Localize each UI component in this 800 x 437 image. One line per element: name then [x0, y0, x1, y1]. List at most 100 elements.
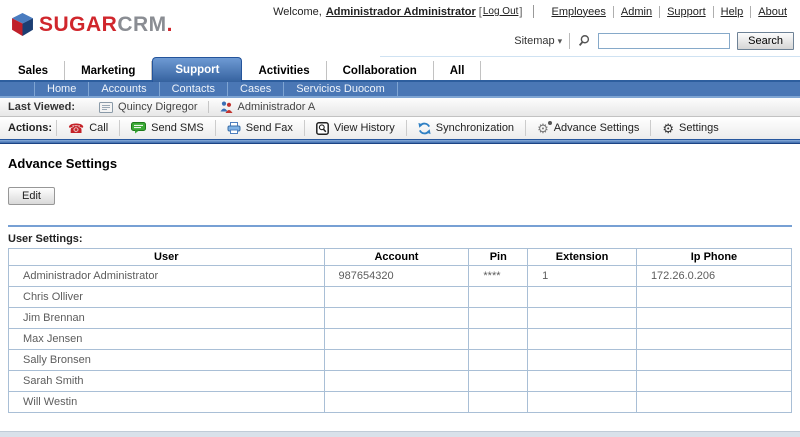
cell-pin [469, 392, 528, 413]
action-label: Synchronization [436, 122, 514, 134]
welcome-bar: Welcome, Administrador Administrator [ L… [273, 5, 794, 18]
settings-gear-icon: ⚙ [662, 122, 674, 135]
top-link-support[interactable]: Support [659, 6, 713, 18]
cell-ip-phone [636, 392, 791, 413]
section-divider [8, 225, 792, 227]
cell-user: Sarah Smith [9, 371, 325, 392]
table-row: Max Jensen [9, 329, 792, 350]
logo-text: SUGARCRM. [39, 14, 173, 35]
bracket: ] [519, 6, 522, 18]
tab-collaboration[interactable]: Collaboration [327, 61, 434, 80]
sitemap-dropdown[interactable]: Sitemap ▾ [514, 35, 562, 47]
cell-pin [469, 308, 528, 329]
action-synchronization[interactable]: Synchronization [406, 120, 525, 136]
search-bar: Sitemap ▾ Search [273, 32, 794, 50]
tab-all[interactable]: All [434, 61, 482, 80]
tab-activities[interactable]: Activities [242, 61, 326, 80]
cell-user: Chris Olliver [9, 287, 325, 308]
table-row: Will Westin [9, 392, 792, 413]
last-viewed-item[interactable]: Administrador A [208, 101, 326, 113]
action-label: Settings [679, 122, 719, 134]
action-advance-settings[interactable]: ⚙ Advance Settings [525, 120, 650, 136]
phone-icon: ☎ [68, 122, 84, 135]
cube-logo-icon [12, 13, 33, 36]
table-row: Sarah Smith [9, 371, 792, 392]
action-label: Advance Settings [554, 122, 640, 134]
tab-marketing[interactable]: Marketing [65, 61, 152, 80]
subnav-item-home[interactable]: Home [34, 82, 89, 96]
search-input[interactable] [598, 33, 730, 49]
cell-account [324, 287, 469, 308]
header-right: Welcome, Administrador Administrator [ L… [273, 5, 794, 50]
subnav-item-contacts[interactable]: Contacts [160, 82, 228, 96]
cell-pin: **** [469, 266, 528, 287]
action-label: Send Fax [246, 122, 293, 134]
action-settings[interactable]: ⚙ Settings [650, 120, 729, 136]
actions-label: Actions: [8, 122, 52, 134]
last-viewed-bar: Last Viewed: Quincy Digregor Administrad… [0, 98, 800, 117]
column-header-extension: Extension [528, 249, 637, 266]
cell-account: 987654320 [324, 266, 469, 287]
user-settings-table: User Account Pin Extension Ip Phone Admi… [8, 248, 792, 413]
search-button[interactable]: Search [737, 32, 794, 50]
action-send-fax[interactable]: Send Fax [215, 120, 304, 136]
logout-link[interactable]: Log Out [483, 6, 519, 17]
tab-support[interactable]: Support [152, 57, 242, 82]
chevron-down-icon: ▾ [558, 37, 563, 46]
last-viewed-item-label: Quincy Digregor [118, 101, 197, 113]
cell-user: Max Jensen [9, 329, 325, 350]
column-header-pin: Pin [469, 249, 528, 266]
action-send-sms[interactable]: Send SMS [119, 120, 215, 136]
table-body: Administrador Administrator 987654320 **… [9, 266, 792, 413]
cell-ip-phone: 172.26.0.206 [636, 266, 791, 287]
advance-settings-gear-icon: ⚙ [537, 122, 549, 135]
column-header-user: User [9, 249, 325, 266]
cell-user: Administrador Administrator [9, 266, 325, 287]
cell-account [324, 350, 469, 371]
last-viewed-item-label: Administrador A [238, 101, 316, 113]
cell-account [324, 308, 469, 329]
action-call[interactable]: ☎ Call [56, 120, 119, 136]
cell-ip-phone [636, 371, 791, 392]
action-label: View History [334, 122, 395, 134]
top-link-about[interactable]: About [750, 6, 794, 18]
cell-ip-phone [636, 350, 791, 371]
divider [569, 33, 570, 49]
subnav-item-servicios-duocom[interactable]: Servicios Duocom [284, 82, 398, 96]
edit-button[interactable]: Edit [8, 187, 55, 205]
sugarcrm-logo[interactable]: SUGARCRM. [12, 13, 173, 36]
view-history-icon [316, 122, 329, 135]
tab-sales[interactable]: Sales [2, 61, 65, 80]
subnav-item-cases[interactable]: Cases [228, 82, 284, 96]
table-row: Sally Bronsen [9, 350, 792, 371]
cell-ip-phone [636, 308, 791, 329]
last-viewed-item[interactable]: Quincy Digregor [89, 101, 207, 113]
action-label: Call [89, 122, 108, 134]
cell-extension [528, 371, 637, 392]
cell-pin [469, 371, 528, 392]
header-underline [380, 56, 800, 57]
cell-ip-phone [636, 287, 791, 308]
top-link-employees[interactable]: Employees [544, 6, 612, 18]
top-link-help[interactable]: Help [713, 6, 751, 18]
contact-card-icon [99, 102, 113, 113]
table-row: Chris Olliver [9, 287, 792, 308]
cell-extension: 1 [528, 266, 637, 287]
table-header: User Account Pin Extension Ip Phone [9, 249, 792, 266]
current-user-link[interactable]: Administrador Administrator [326, 6, 476, 18]
cell-account [324, 329, 469, 350]
sync-icon [418, 122, 431, 135]
user-settings-label: User Settings: [8, 233, 792, 245]
fax-icon [227, 122, 241, 134]
sugarcrm-app: { "logo": { "sugar": "SUGAR", "crm": "CR… [0, 0, 800, 437]
subnav-item-accounts[interactable]: Accounts [89, 82, 159, 96]
cell-extension [528, 392, 637, 413]
cell-ip-phone [636, 329, 791, 350]
table-row: Administrador Administrator 987654320 **… [9, 266, 792, 287]
bracket: [ [479, 6, 482, 18]
top-link-admin[interactable]: Admin [613, 6, 659, 18]
footer-strip [0, 431, 800, 437]
action-view-history[interactable]: View History [304, 120, 406, 136]
users-icon [219, 101, 233, 113]
search-icon [577, 34, 591, 48]
